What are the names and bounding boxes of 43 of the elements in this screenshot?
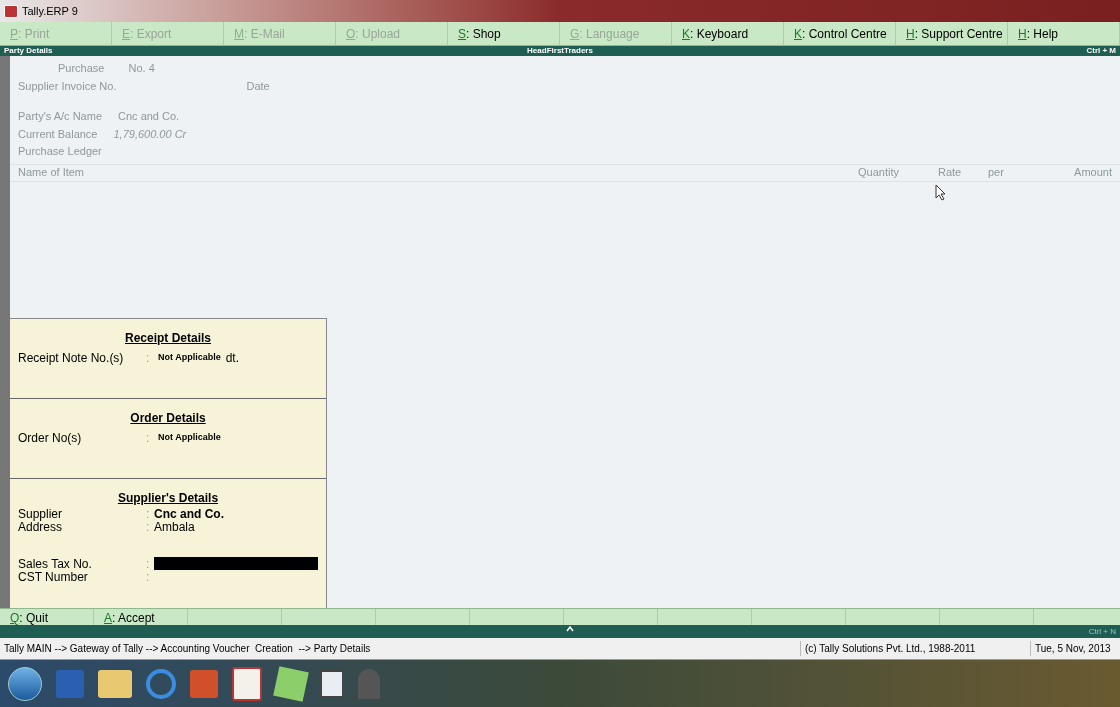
app-icon <box>4 4 18 18</box>
field-label: Party's A/c Name <box>18 109 102 124</box>
section-heading: Supplier's Details <box>117 490 219 507</box>
menu-button[interactable]: K: Keyboard <box>672 22 784 45</box>
window-title: Tally.ERP 9 <box>22 3 78 19</box>
field-label: Date <box>246 78 270 94</box>
shortcut-label: Ctrl + M <box>1085 45 1116 57</box>
field-value: 1,79,600.00 Cr <box>113 126 187 142</box>
menu-button[interactable]: H: Help <box>1008 22 1120 45</box>
colon-separator: : <box>146 430 151 447</box>
voucher-type: Purchase <box>58 61 105 76</box>
colon-separator: : <box>146 350 151 367</box>
field-value: Not Applicable <box>158 431 221 445</box>
field-label: Supplier Invoice No. <box>18 78 117 94</box>
field-value: Cnc and Co. <box>118 109 180 124</box>
menu-button[interactable]: S: Shop <box>448 22 560 45</box>
mouse-pointer-icon <box>935 184 947 201</box>
shortcut-label: Ctrl + N <box>1088 625 1117 638</box>
menu-button[interactable]: K: Control Centre <box>784 22 896 45</box>
menu-button[interactable]: H: Support Centre <box>896 22 1008 45</box>
input-field[interactable] <box>154 557 318 570</box>
field-label: dt. <box>225 350 239 367</box>
voucher-number: No. 4 <box>128 61 155 76</box>
field-label: Order No(s) <box>18 430 83 447</box>
breadcrumb-path: Tally MAIN --> Gateway of Tally --> Accounting Voucher Creation --> Party Details <box>3 642 372 656</box>
company-name: HeadFirstTraders <box>527 45 593 57</box>
field-label: Supplier <box>18 505 64 521</box>
screen-title: Party Details <box>4 45 54 57</box>
field-value: Not Applicable <box>158 351 221 365</box>
date-text: Tue, 5 Nov, 2013 <box>1030 641 1120 656</box>
section-heading: Receipt Details <box>124 330 211 347</box>
section-heading: Order Details <box>130 410 206 427</box>
column-header: Name of Item <box>18 165 86 181</box>
column-header: Amount <box>1073 165 1112 181</box>
start-button[interactable] <box>8 666 42 701</box>
column-header: Rate <box>938 165 963 181</box>
column-header: per <box>988 165 1005 181</box>
field-label: Purchase Ledger <box>18 145 102 157</box>
field-label: Address <box>18 519 64 536</box>
field-label: Current Balance <box>18 126 98 142</box>
copyright-text: (c) Tally Solutions Pvt. Ltd., 1988-2011 <box>800 641 1030 656</box>
field-label: Receipt Note No.(s) <box>18 350 125 367</box>
column-header: Quantity <box>858 165 900 181</box>
